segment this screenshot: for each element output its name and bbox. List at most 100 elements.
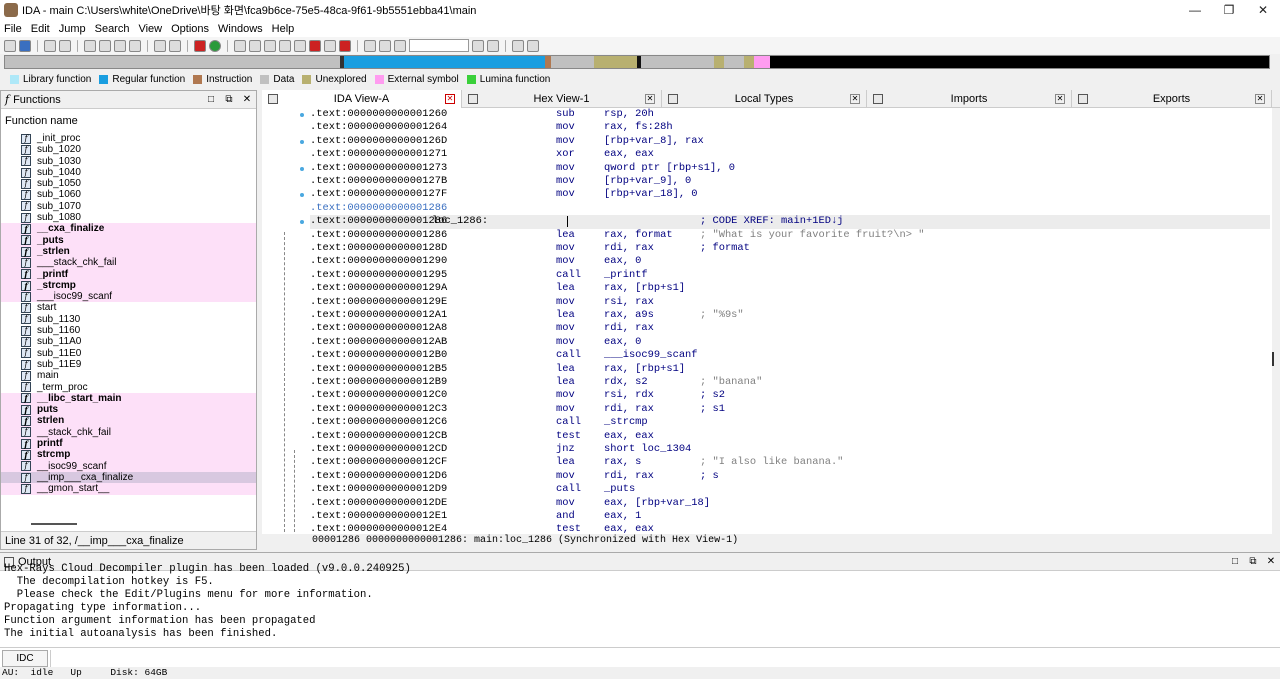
disassembly-line[interactable]: .text:000000000000129E mov rsi, rax [310,296,1270,309]
operands[interactable]: rdi, rax [604,322,654,335]
tab-close-icon[interactable]: ✕ [645,94,655,104]
function-list-item[interactable]: f ___isoc99_scanf [1,291,256,303]
operands[interactable]: rdx, s2 [604,376,648,389]
disassembly-line[interactable]: .text:00000000000012B0 call ___isoc99_scan… [310,349,1270,362]
attach-icon[interactable] [472,39,484,52]
disassembly-line[interactable]: .text:00000000000012B5 lea rax, [rbp+s1] [310,363,1270,376]
open-file-icon[interactable] [4,39,16,52]
text-icon[interactable] [169,39,181,52]
disassembly-line[interactable]: .text:0000000000001273 mov qword ptr [rbp+… [310,162,1270,175]
function-list-item[interactable]: f sub_1070 [1,201,256,212]
operands[interactable]: rdi, rax [604,470,654,483]
operands[interactable]: short loc_1304 [604,443,691,456]
list-indent-icon[interactable] [527,39,539,52]
operands[interactable]: _printf [604,269,648,282]
disassembly-view[interactable]: .text:0000000000001260 sub rsp, 20h .text:0… [262,108,1272,534]
disassembly-line[interactable]: .text:000000000000128D mov rdi, rax ; forma… [310,242,1270,255]
list-icon[interactable] [512,39,524,52]
function-name-column[interactable]: Function name [1,109,256,127]
operands[interactable]: eax, [rbp+var_18] [604,497,710,510]
operands[interactable]: rdi, rax [604,242,654,255]
go-icon[interactable] [209,39,221,52]
restore-icon[interactable]: □ [202,94,220,105]
disassembly-line[interactable]: .text:00000000000012C3 mov rdi, rax ; s1 [310,403,1270,416]
operands[interactable]: eax, 0 [604,336,641,349]
operands[interactable]: _strcmp [604,416,648,429]
graph-icon[interactable] [324,39,336,52]
operands[interactable]: eax, 1 [604,510,641,523]
search-text-icon[interactable] [84,39,96,52]
maximize-button[interactable]: ❐ [1212,3,1246,17]
operands[interactable]: eax, eax [604,430,654,443]
operands[interactable]: rax, fs:28h [604,121,673,134]
disassembly-line[interactable]: .text:0000000000001271 xor eax, eax [310,148,1270,161]
disassembly-line[interactable]: .text:00000000000012D9 call _puts [310,483,1270,496]
operands[interactable]: rax, format [604,229,673,242]
debug-icon[interactable] [339,39,351,52]
disassembly-line[interactable]: .text:00000000000012CF lea rax, s ; "I also… [310,456,1270,469]
disassembly-line[interactable]: .text:00000000000012E4 test eax, eax [310,523,1270,534]
idc-language-button[interactable]: IDC [2,649,48,667]
search-immediate-icon[interactable] [129,39,141,52]
operands[interactable]: rax, [rbp+s1] [604,363,685,376]
operands[interactable]: rdi, rax [604,403,654,416]
disassembly-line[interactable]: .text:00000000000012CB test eax, eax [310,430,1270,443]
array-icon[interactable] [279,39,291,52]
disassembly-line[interactable]: .text:00000000000012B9 lea rdx, s2 ; "banan… [310,376,1270,389]
operands[interactable]: rax, a9s [604,309,654,322]
tab-close-icon[interactable]: ✕ [445,94,455,104]
operands[interactable]: eax, 0 [604,255,641,268]
function-list-item[interactable]: f sub_11E9 [1,359,256,370]
function-list-item[interactable]: f sub_1060 [1,189,256,200]
function-list-item[interactable]: f strcmp [1,449,256,461]
function-list-item[interactable]: f __cxa_finalize [1,223,256,235]
menu-search[interactable]: Search [95,23,130,35]
disassembly-line[interactable]: .text:000000000000126D mov [rbp+var_8], ra… [310,135,1270,148]
disassembly-line[interactable]: .text:0000000000001286 loc_1286: ; CODE XR… [310,215,1270,229]
breakpoint-dot[interactable] [300,220,304,225]
save-icon[interactable] [19,39,31,52]
breakpoint-dot[interactable] [300,139,304,144]
horizontal-scrollbar[interactable] [31,523,77,525]
menu-jump[interactable]: Jump [59,23,86,35]
menu-windows[interactable]: Windows [218,23,263,35]
function-list-item[interactable]: f puts [1,404,256,416]
function-list-item[interactable]: f ___stack_chk_fail [1,257,256,269]
disassembly-line[interactable]: .text:0000000000001290 mov eax, 0 [310,255,1270,268]
struct-icon[interactable] [264,39,276,52]
stop-debug-icon[interactable] [394,39,406,52]
search-binary-icon[interactable] [99,39,111,52]
operands[interactable]: [rbp+var_9], 0 [604,175,691,188]
undefine-icon[interactable] [294,39,306,52]
function-list-item[interactable]: f sub_1130 [1,314,256,325]
tab-close-icon[interactable]: ✕ [850,94,860,104]
function-list-item[interactable]: f sub_1080 [1,212,256,223]
disassembly-line[interactable]: .text:0000000000001260 sub rsp, 20h [310,108,1270,121]
disassembly-line[interactable]: .text:0000000000001286 [310,202,1270,215]
code-xref-comment[interactable]: ; CODE XREF: main+1ED↓j [700,215,843,228]
disassembly-line[interactable]: .text:000000000000127F mov [rbp+var_18], 0 [310,188,1270,201]
command-input[interactable] [50,649,1280,667]
navigation-band[interactable] [4,55,1270,69]
data-icon[interactable] [249,39,261,52]
disassembly-line[interactable]: .text:0000000000001264 mov rax, fs:28h [310,121,1270,134]
play-icon[interactable] [364,39,376,52]
function-list-item[interactable]: f _init_proc [1,133,256,144]
function-list-item[interactable]: f sub_1050 [1,178,256,189]
breakpoint-dot[interactable] [300,113,304,117]
jump-icon[interactable] [154,39,166,52]
forward-icon[interactable] [59,39,71,52]
disassembly-line[interactable]: .text:00000000000012C6 call _strcmp [310,416,1270,429]
operands[interactable]: eax, eax [604,148,654,161]
debugger-select[interactable] [409,39,469,52]
function-list-item[interactable]: f __stack_chk_fail [1,426,256,439]
menu-file[interactable]: File [4,23,22,35]
operands[interactable]: rax, s [604,456,641,469]
operands[interactable]: rsi, rdx [604,389,654,402]
disassembly-line[interactable]: .text:00000000000012E1 and eax, 1 [310,510,1270,523]
vertical-scrollbar[interactable] [1272,352,1274,366]
tab-exports[interactable]: Exports ✕ [1072,90,1272,108]
code-label[interactable]: loc_1286: [432,215,488,228]
operands[interactable]: rsp, 20h [604,108,654,121]
minimize-button[interactable]: — [1178,3,1212,17]
